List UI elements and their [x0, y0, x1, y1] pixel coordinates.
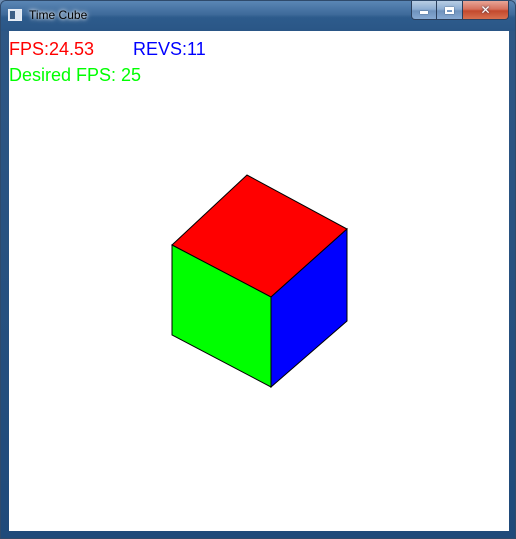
app-icon[interactable]	[8, 9, 22, 21]
cube-graphic	[171, 174, 348, 389]
maximize-button[interactable]	[437, 1, 463, 20]
close-button[interactable]: ✕	[463, 1, 509, 20]
maximize-icon	[445, 6, 454, 14]
caption-buttons: ✕	[411, 1, 509, 20]
minimize-button[interactable]	[411, 1, 437, 20]
title-bar[interactable]: Time Cube ✕	[1, 1, 515, 31]
app-window: Time Cube ✕ FPS:24.53 REVS:11 Desired FP…	[0, 0, 516, 539]
minimize-icon	[420, 11, 428, 14]
close-icon: ✕	[480, 3, 491, 17]
render-canvas[interactable]: FPS:24.53 REVS:11 Desired FPS: 25	[9, 31, 509, 531]
window-title: Time Cube	[29, 8, 88, 22]
